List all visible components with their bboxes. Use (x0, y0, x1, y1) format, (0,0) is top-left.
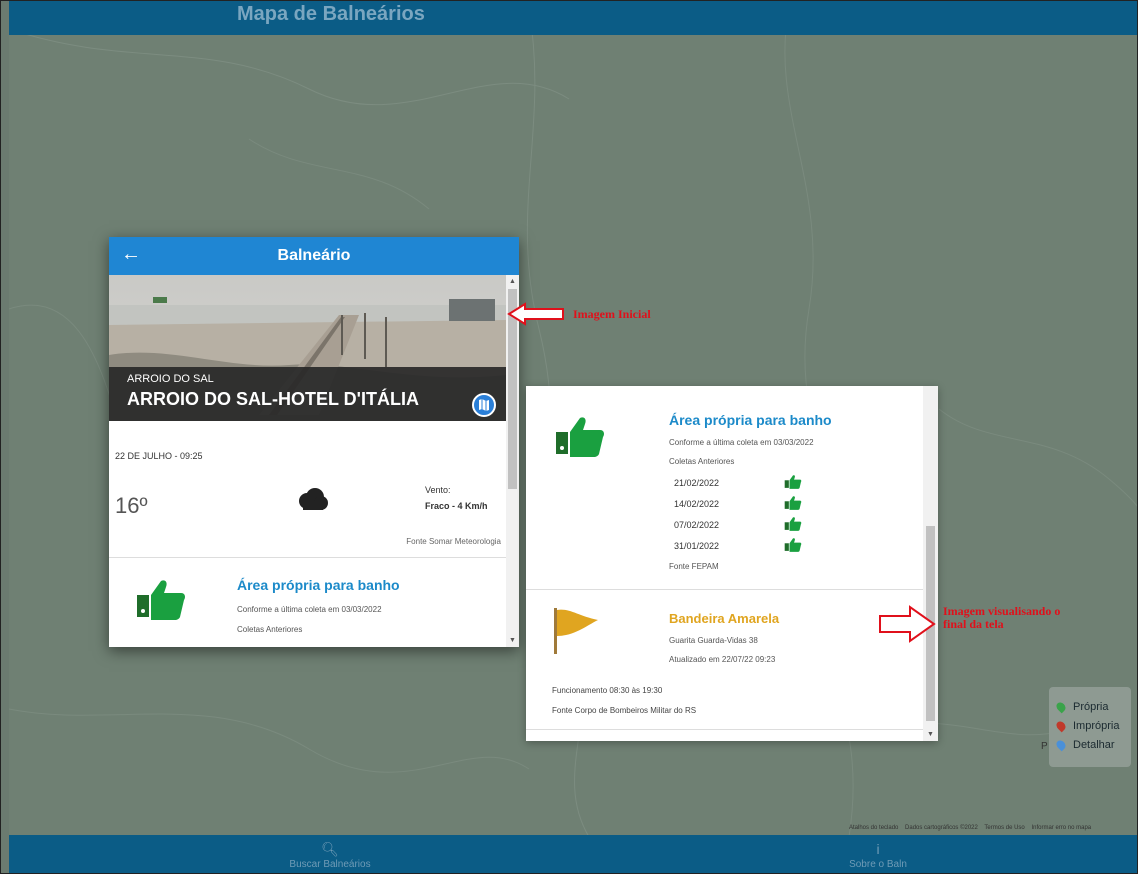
map-attribution: Atalhos do teclado Dados cartográficos ©… (849, 825, 1096, 831)
beach-name: ARROIO DO SAL-HOTEL D'ITÁLIA (127, 389, 419, 409)
weather-source: Fonte Somar Meteorologia (406, 537, 501, 546)
legend-item-impropria: Imprópria (1054, 716, 1123, 735)
map-legend: Própria Imprópria Detalhar (1049, 687, 1131, 767)
legend-behind-text: P (1041, 741, 1048, 752)
thumbs-up-icon (135, 579, 187, 626)
scroll-down-icon[interactable]: ▼ (509, 637, 516, 644)
beach-detail-panel-initial: ← Balneário ARROIO DO SAL ARROIO DO SAL-… (109, 237, 519, 647)
annotation-inicial: Imagem Inicial (573, 307, 651, 321)
status-title: Área própria para banho (669, 412, 832, 428)
thumbs-up-icon (554, 416, 606, 463)
beach-photo: ARROIO DO SAL ARROIO DO SAL-HOTEL D'ITÁL… (109, 275, 506, 421)
map-icon (479, 399, 489, 411)
divider (526, 729, 923, 730)
scroll-up-icon[interactable]: ▲ (509, 278, 516, 285)
beach-detail-panel-end: Área própria para banho Conforme a últim… (526, 386, 938, 741)
attribution-terms-link[interactable]: Termos de Uso (984, 825, 1024, 831)
temperature: 16º (115, 493, 148, 518)
small-thumbs-up-icon (784, 516, 802, 537)
annotation-arrow-right-icon (879, 605, 936, 643)
divider (526, 589, 923, 590)
blue-pin-icon (1054, 738, 1068, 751)
open-map-button[interactable] (472, 393, 496, 417)
panel-header: ← Balneário (109, 237, 519, 275)
city-name: ARROIO DO SAL (127, 373, 214, 385)
legend-label: Detalhar (1073, 738, 1115, 751)
previous-collections-label: Coletas Anteriores (669, 457, 735, 466)
panel-scrollbar[interactable]: ▼ (923, 386, 938, 741)
legend-label: Imprópria (1073, 719, 1120, 732)
legend-item-propria: Própria (1054, 697, 1123, 716)
collection-date: 14/02/2022 (674, 499, 720, 509)
status-title: Área própria para banho (237, 577, 400, 593)
green-pin-icon (1054, 700, 1068, 713)
legend-item-detalhar: Detalhar (1054, 735, 1123, 754)
scroll-down-icon[interactable]: ▼ (927, 731, 934, 738)
nav-sobre[interactable]: i Sobre o Baln (823, 841, 933, 870)
small-thumbs-up-icon (784, 537, 802, 558)
annotation-final: Imagem visualisando o final da tela (943, 604, 1061, 631)
status-detail: Conforme a última coleta em 03/03/2022 (669, 438, 814, 447)
small-thumbs-up-icon (784, 474, 802, 495)
cloud-icon (295, 487, 329, 518)
attribution-shortcuts-link[interactable]: Atalhos do teclado (849, 825, 898, 831)
panel-scrollbar[interactable]: ▲ ▼ (506, 275, 519, 647)
app-title: Mapa de Balneários (237, 3, 425, 25)
flag-source: Fonte Corpo de Bombeiros Militar do RS (552, 706, 697, 715)
flag-title: Bandeira Amarela (669, 611, 780, 626)
app-bar: Mapa de Balneários (9, 1, 1137, 35)
screenshot-frame: Mapa de Balneários Atalhos do teclado Da… (0, 0, 1138, 874)
operating-hours: Funcionamento 08:30 às 19:30 (552, 686, 663, 695)
wind-label: Vento: (425, 485, 451, 495)
collection-date: 07/02/2022 (674, 520, 720, 530)
info-icon: i (876, 841, 880, 857)
nav-label: Buscar Balneários (289, 859, 371, 870)
divider (109, 557, 506, 558)
previous-collections-label: Coletas Anteriores (237, 625, 303, 634)
fepam-source: Fonte FEPAM (669, 562, 719, 571)
search-icon: 🔍︎ (321, 841, 339, 857)
photo-caption: ARROIO DO SAL ARROIO DO SAL-HOTEL D'ITÁL… (109, 367, 506, 421)
attribution-report-link[interactable]: Informar erro no mapa (1031, 825, 1091, 831)
lifeguard-post: Guarita Guarda-Vidas 38 (669, 636, 758, 645)
attribution-data-link[interactable]: Dados cartográficos ©2022 (905, 825, 978, 831)
collection-date: 21/02/2022 (674, 478, 720, 488)
legend-label: Própria (1073, 700, 1109, 713)
bottom-navigation: 🔍︎ Buscar Balneários i Sobre o Baln (9, 835, 1137, 873)
panel-title: Balneário (277, 247, 351, 264)
status-detail: Conforme a última coleta em 03/03/2022 (237, 605, 382, 614)
nav-buscar-balnearios[interactable]: 🔍︎ Buscar Balneários (275, 841, 385, 870)
annotation-arrow-left-icon (507, 302, 564, 326)
yellow-flag-icon (552, 606, 602, 661)
small-thumbs-up-icon (784, 495, 802, 516)
weather-date: 22 DE JULHO - 09:25 (115, 451, 203, 461)
flag-updated: Atualizado em 22/07/22 09:23 (669, 655, 776, 664)
wind-value: Fraco - 4 Km/h (425, 501, 488, 511)
collection-date: 31/01/2022 (674, 541, 720, 551)
nav-label: Sobre o Baln (849, 859, 907, 870)
red-pin-icon (1054, 719, 1068, 732)
